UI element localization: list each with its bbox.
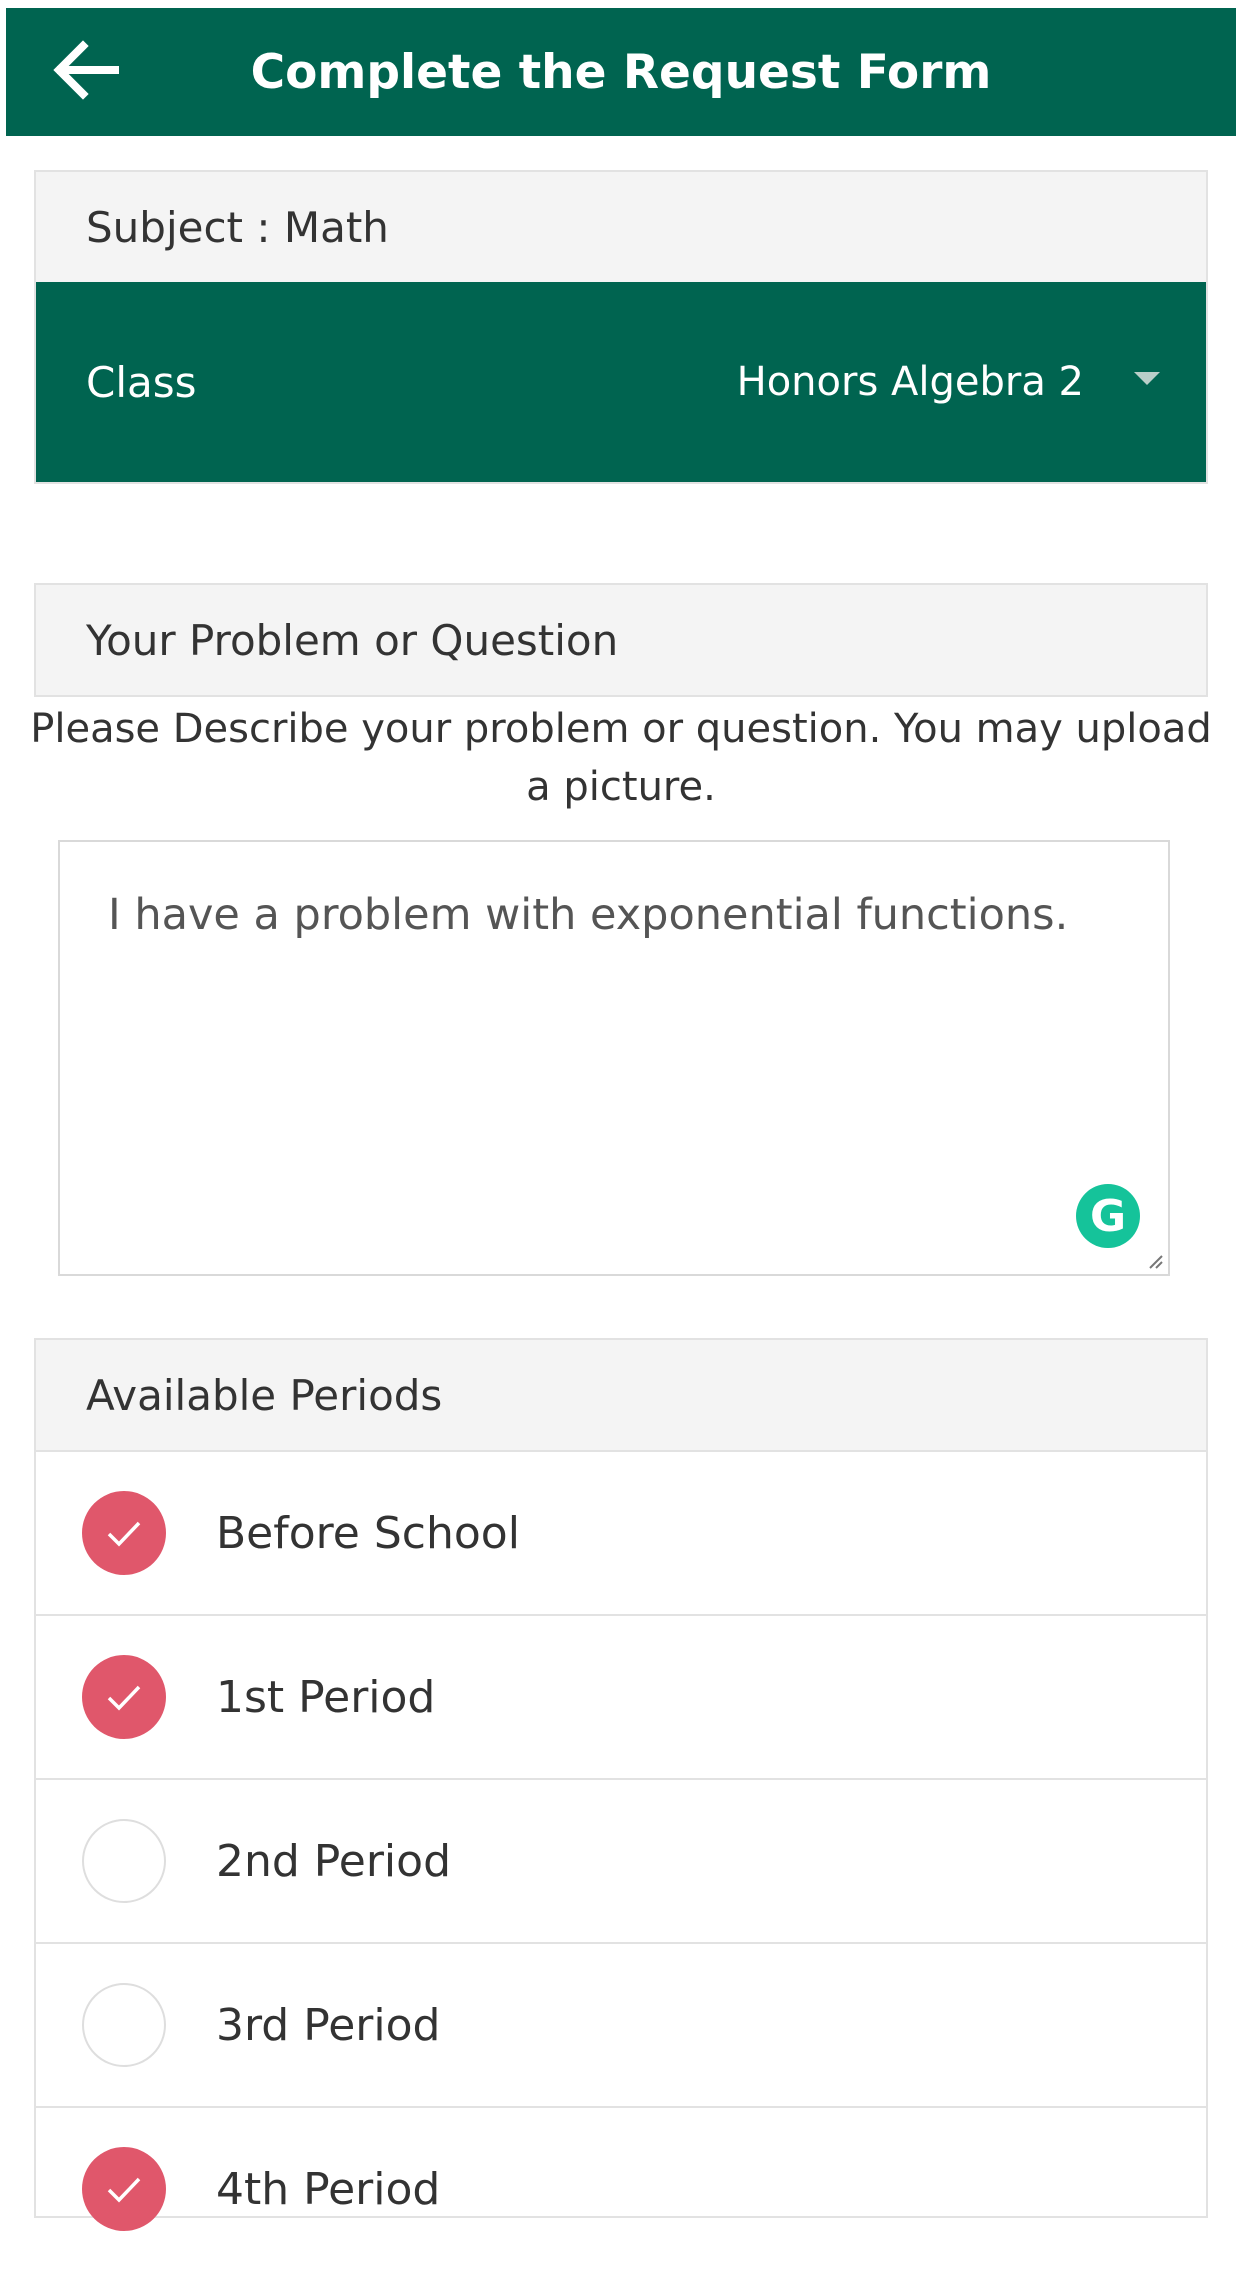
period-item[interactable]: Before School	[36, 1450, 1206, 1614]
class-dropdown[interactable]: Class Honors Algebra 2	[36, 282, 1206, 482]
period-item[interactable]: 1st Period	[36, 1614, 1206, 1778]
problem-description: Please Describe your problem or question…	[30, 706, 1212, 810]
period-label: Before School	[216, 1507, 520, 1559]
period-label: 2nd Period	[216, 1835, 451, 1887]
class-label: Class	[86, 357, 197, 407]
caret-down-icon	[1134, 371, 1160, 385]
problem-header: Your Problem or Question	[36, 585, 1206, 695]
period-list: Before School 1st Period 2nd Period 3rd Per…	[36, 1450, 1206, 2270]
periods-header: Available Periods	[36, 1340, 1206, 1450]
subject-card: Subject : Math Class Honors Algebra 2	[34, 170, 1208, 484]
unchecked-circle-icon[interactable]	[82, 1983, 166, 2067]
subject-label: Subject : Math	[36, 172, 1206, 282]
periods-card: Available Periods Before School 1st Perio…	[34, 1338, 1208, 2231]
grammarly-icon[interactable]: G	[1076, 1184, 1140, 1248]
unchecked-circle-icon[interactable]	[82, 1819, 166, 1903]
period-item[interactable]: 4th Period	[36, 2106, 1206, 2270]
class-value-wrap: Honors Algebra 2	[737, 359, 1160, 405]
checkmark-icon[interactable]	[82, 2147, 166, 2231]
arrow-left-icon	[51, 40, 121, 104]
problem-card: Your Problem or Question	[34, 583, 1208, 697]
resize-grip-icon[interactable]	[1142, 1248, 1164, 1270]
problem-textarea-container: I have a problem with exponential functi…	[58, 840, 1170, 1276]
checkmark-icon[interactable]	[82, 1491, 166, 1575]
back-button[interactable]	[46, 40, 126, 104]
period-item[interactable]: 2nd Period	[36, 1778, 1206, 1942]
page-title: Complete the Request Form	[250, 44, 992, 100]
problem-textarea[interactable]: I have a problem with exponential functi…	[60, 842, 1168, 1274]
class-value: Honors Algebra 2	[736, 359, 1084, 405]
period-label: 3rd Period	[216, 1999, 441, 2051]
period-item[interactable]: 3rd Period	[36, 1942, 1206, 2106]
app-bar: Complete the Request Form	[6, 8, 1236, 136]
period-label: 1st Period	[216, 1671, 436, 1723]
period-label: 4th Period	[216, 2163, 441, 2215]
checkmark-icon[interactable]	[82, 1655, 166, 1739]
